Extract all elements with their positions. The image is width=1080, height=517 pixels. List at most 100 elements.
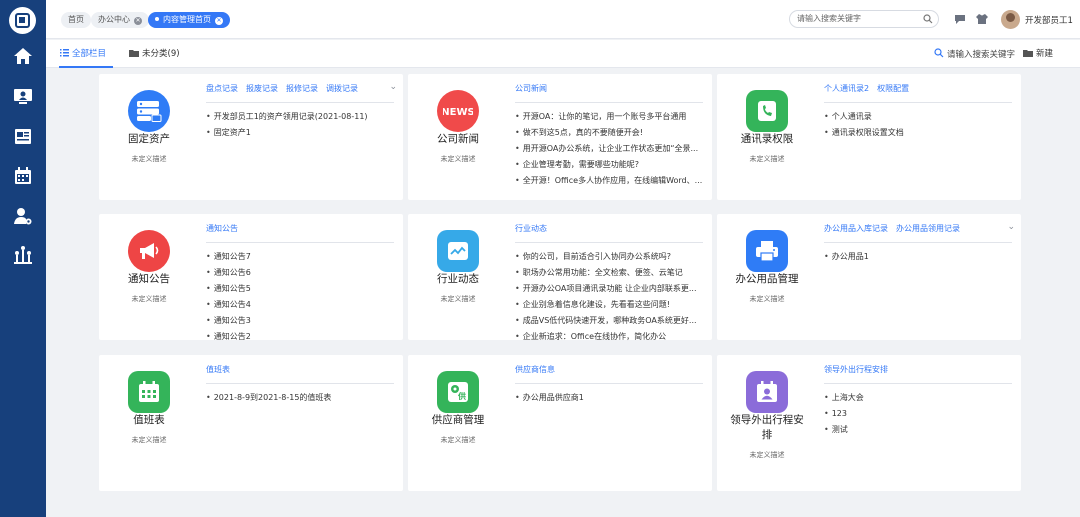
list-item[interactable]: 通知公告6: [206, 265, 394, 281]
card-summary[interactable]: 行业动态 未定义描述: [408, 214, 508, 340]
card-links: 个人通讯录2 权限配置: [824, 83, 917, 95]
list-item[interactable]: 企业别急着信息化建设，先看看这些问题!: [515, 297, 703, 313]
list-item[interactable]: 开源办公OA项目通讯录功能 让企业内部联系更...: [515, 281, 703, 297]
monitor-user-icon[interactable]: [13, 86, 33, 106]
search-icon[interactable]: [923, 14, 933, 24]
list-item[interactable]: 成品VS低代码快速开发，哪种政务OA系统更好...: [515, 313, 703, 329]
column-link[interactable]: 盘点记录: [206, 84, 238, 93]
list-item[interactable]: 企业管理考勤，需要哪些功能呢?: [515, 157, 703, 173]
trend-icon[interactable]: [437, 230, 479, 272]
list-item[interactable]: 通知公告7: [206, 249, 394, 265]
column-link[interactable]: 行业动态: [515, 224, 547, 233]
card-summary[interactable]: 值班表 未定义描述: [99, 355, 199, 491]
list-item[interactable]: 通讯录权限设置文档: [824, 125, 1012, 141]
close-icon[interactable]: ✕: [134, 17, 142, 25]
phone-icon[interactable]: [746, 90, 788, 132]
calendar-nav-icon[interactable]: [13, 166, 33, 186]
card-title[interactable]: 通知公告: [99, 272, 199, 287]
list-item[interactable]: 开发部员工1的资产领用记录(2021-08-11): [206, 109, 394, 125]
item-list: 开发部员工1的资产领用记录(2021-08-11)固定资产1: [206, 109, 394, 141]
list-item[interactable]: 123: [824, 406, 1012, 422]
top-search-input[interactable]: 请输入搜索关键字: [789, 10, 939, 28]
column-link[interactable]: 个人通讯录2: [824, 84, 869, 93]
breadcrumb-office-center[interactable]: 办公中心 ✕: [91, 12, 149, 28]
card-title[interactable]: 供应商管理: [408, 413, 508, 428]
schedule-icon[interactable]: [746, 371, 788, 413]
card-summary[interactable]: NEWS 公司新闻 未定义描述: [408, 74, 508, 200]
server-icon[interactable]: [128, 90, 170, 132]
list-item[interactable]: 企业新追求：Office在线协作，简化办公: [515, 329, 703, 345]
list-item[interactable]: 用开源OA办公系统，让企业工作状态更加“全景...: [515, 141, 703, 157]
card-title[interactable]: 公司新闻: [408, 132, 508, 147]
column-link[interactable]: 办公用品入库记录: [824, 224, 888, 233]
news-panel-icon[interactable]: [13, 126, 33, 146]
megaphone-icon[interactable]: [128, 230, 170, 272]
list-item[interactable]: 职场办公常用功能：全文检索、便签、云笔记: [515, 265, 703, 281]
printer-icon[interactable]: [746, 230, 788, 272]
user-settings-icon[interactable]: [13, 206, 33, 226]
card-title[interactable]: 领导外出行程安排: [717, 413, 817, 443]
list-item[interactable]: 办公用品1: [824, 249, 1012, 265]
app-logo[interactable]: [9, 7, 36, 34]
tab-all-columns[interactable]: 全部栏目: [60, 48, 106, 60]
list-item[interactable]: 通知公告3: [206, 313, 394, 329]
column-link[interactable]: 供应商信息: [515, 365, 555, 374]
list-item[interactable]: 测试: [824, 422, 1012, 438]
card-summary[interactable]: 通知公告 未定义描述: [99, 214, 199, 340]
card-title[interactable]: 行业动态: [408, 272, 508, 287]
calendar-icon[interactable]: [128, 371, 170, 413]
column-link[interactable]: 公司新闻: [515, 84, 547, 93]
column-search[interactable]: 请输入搜索关键字: [934, 48, 1015, 61]
card-summary[interactable]: 供供应商管理 未定义描述: [408, 355, 508, 491]
column-link[interactable]: 报修记录: [286, 84, 318, 93]
chevron-down-icon[interactable]: ⌄: [389, 82, 397, 92]
card-title[interactable]: 值班表: [99, 413, 199, 428]
column-link[interactable]: 值班表: [206, 365, 230, 374]
card-summary[interactable]: 领导外出行程安排 未定义描述: [717, 355, 817, 491]
card-summary[interactable]: 固定资产 未定义描述: [99, 74, 199, 200]
list-item[interactable]: 通知公告2: [206, 329, 394, 345]
message-icon[interactable]: [954, 13, 966, 25]
skin-icon[interactable]: [976, 13, 988, 25]
card-summary[interactable]: 办公用品管理未定义描述: [717, 214, 817, 340]
breadcrumb-home[interactable]: 首页: [61, 12, 91, 28]
card-title[interactable]: 固定资产: [99, 132, 199, 147]
card-links: 办公用品入库记录 办公用品领用记录: [824, 223, 968, 235]
column-link[interactable]: 办公用品领用记录: [896, 224, 960, 233]
list-item[interactable]: 办公用品供应商1: [515, 390, 703, 406]
new-button[interactable]: 新建: [1023, 48, 1053, 60]
column-link[interactable]: 领导外出行程安排: [824, 365, 888, 374]
list-item[interactable]: 做不到这5点，真的不要随便开会!: [515, 125, 703, 141]
column-link[interactable]: 权限配置: [877, 84, 909, 93]
avatar[interactable]: [1001, 10, 1020, 29]
list-item[interactable]: 固定资产1: [206, 125, 394, 141]
list-item[interactable]: 全开源！Office多人协作应用，在线编辑Word、...: [515, 173, 703, 189]
list-item[interactable]: 2021-8-9到2021-8-15的值班表: [206, 390, 394, 406]
search-placeholder: 请输入搜索关键字: [947, 50, 1016, 60]
news-icon[interactable]: NEWS: [437, 90, 479, 132]
column-link[interactable]: 通知公告: [206, 224, 238, 233]
column-card: NEWS 公司新闻未定义描述 公司新闻开源OA：让你的笔记，用一个账号多平台通用做不…: [408, 74, 712, 200]
column-link[interactable]: 报废记录: [246, 84, 278, 93]
card-title[interactable]: 办公用品管理: [717, 272, 817, 287]
organization-icon[interactable]: [13, 245, 33, 265]
card-title[interactable]: 通讯录权限: [717, 132, 817, 147]
card-summary[interactable]: 通讯录权限 未定义描述: [717, 74, 817, 200]
home-icon[interactable]: [13, 46, 33, 66]
user-name[interactable]: 开发部员工1: [1025, 14, 1073, 26]
folder-icon: [129, 50, 139, 57]
list-item[interactable]: 开源OA：让你的笔记，用一个账号多平台通用: [515, 109, 703, 125]
list-item[interactable]: 通知公告4: [206, 297, 394, 313]
list-item[interactable]: 个人通讯录: [824, 109, 1012, 125]
list-item[interactable]: 通知公告5: [206, 281, 394, 297]
card-description: 未定义描述: [749, 295, 785, 303]
card-description: 未定义描述: [440, 295, 476, 303]
close-icon[interactable]: ✕: [215, 17, 223, 25]
tab-uncategorized[interactable]: 未分类(9): [129, 48, 180, 60]
supplier-icon[interactable]: 供: [437, 371, 479, 413]
chevron-down-icon[interactable]: ⌄: [1007, 222, 1015, 232]
list-item[interactable]: 上海大会: [824, 390, 1012, 406]
breadcrumb-content-home[interactable]: 内容管理首页 ✕: [148, 12, 230, 28]
list-item[interactable]: 你的公司，目前适合引入协同办公系统吗?: [515, 249, 703, 265]
column-link[interactable]: 调拨记录: [326, 84, 358, 93]
